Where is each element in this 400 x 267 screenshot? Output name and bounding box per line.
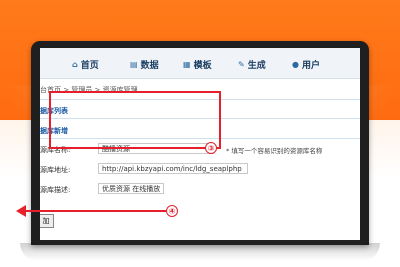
template-icon: ▦ (183, 60, 191, 69)
add-button[interactable]: 加 (40, 214, 54, 228)
highlight-box (49, 91, 221, 149)
nav-item-generate[interactable]: ✎ 生成 (238, 58, 266, 71)
nav-label: 首页 (80, 61, 99, 71)
url-input[interactable]: http://api.kbzyapi.com/inc/ldg_seaplphp (98, 163, 248, 174)
nav-item-home[interactable]: ⌂ 首页 (72, 58, 99, 71)
laptop-shadow (20, 243, 380, 261)
name-hint: * 填写一个容易识别的资源库名称 (226, 147, 323, 155)
annotation-number-3: ③ (205, 142, 217, 154)
description-label: 源库描述: (40, 186, 71, 194)
annotation-arrow (24, 210, 166, 212)
nav-label: 生成 (247, 61, 266, 71)
url-label: 源库地址: (40, 166, 71, 174)
nav-item-template[interactable]: ▦ 模板 (183, 58, 212, 71)
generate-icon: ✎ (238, 60, 245, 69)
top-navigation: ⌂ 首页 ▤ 数据 ▦ 模板 ✎ 生成 ● 用户 (40, 48, 360, 79)
nav-label: 数据 (140, 61, 159, 71)
description-input[interactable]: 优质资源 在线播放 (98, 183, 164, 194)
user-icon: ● (292, 60, 299, 69)
home-icon: ⌂ (72, 60, 78, 69)
nav-item-data[interactable]: ▤ 数据 (130, 58, 159, 71)
annotation-number-4: ④ (166, 205, 178, 217)
nav-item-user[interactable]: ● 用户 (292, 58, 320, 71)
nav-label: 用户 (301, 61, 320, 71)
arrow-head-icon (16, 205, 26, 217)
nav-label: 模板 (193, 61, 212, 71)
database-icon: ▤ (130, 60, 138, 69)
